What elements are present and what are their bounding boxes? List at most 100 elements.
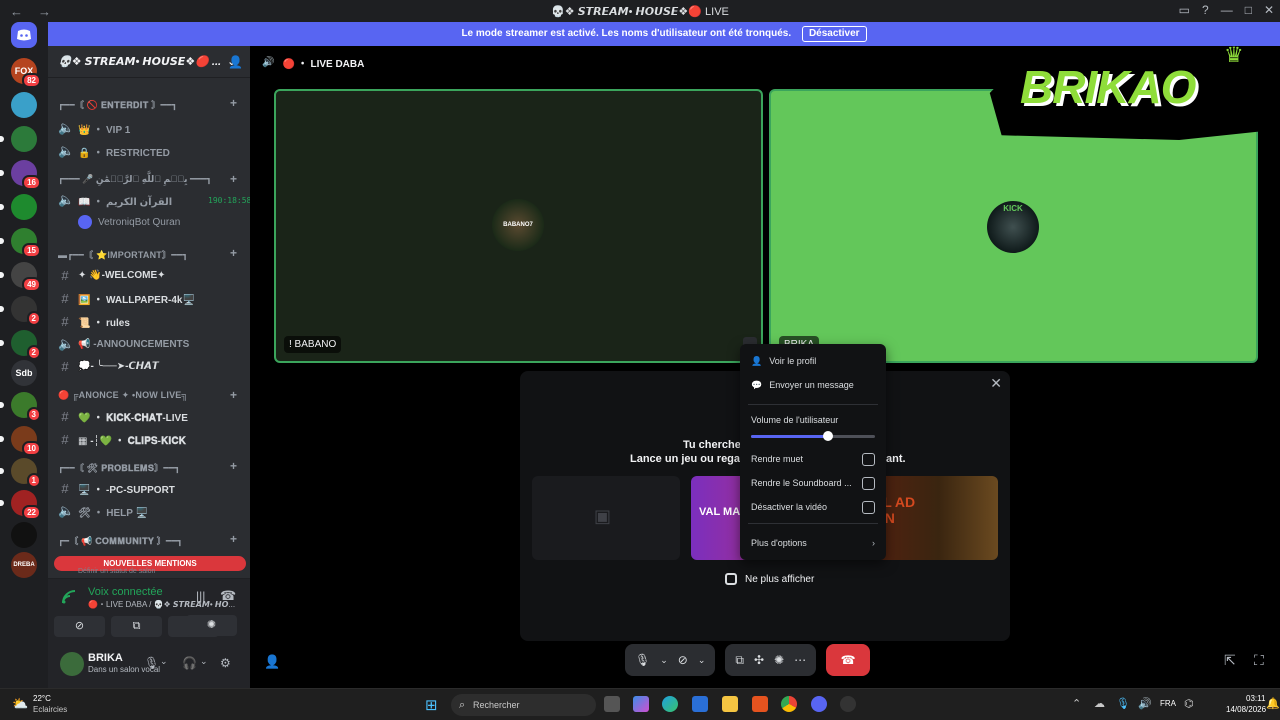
back-button[interactable]: ← <box>10 4 28 19</box>
soundboard-button[interactable]: ✺ <box>186 615 237 636</box>
chevron-down-icon[interactable]: ⌄ <box>698 655 706 666</box>
add-channel-icon[interactable]: + <box>230 172 237 186</box>
server-icon[interactable]: 2 <box>0 330 41 360</box>
chevron-up-icon[interactable]: ⌃ <box>1072 697 1081 710</box>
add-channel-icon[interactable]: + <box>230 246 237 260</box>
disconnect-button[interactable]: ☎ <box>826 644 871 676</box>
minimize-button[interactable]: — <box>1221 3 1233 17</box>
chevron-down-icon[interactable]: ⌄ <box>200 656 208 667</box>
noise-suppression-icon[interactable]: ||| <box>196 589 205 603</box>
app-taskbar-icon[interactable] <box>840 696 856 712</box>
channel-category[interactable]: ┏━━〘 🚫 𝐄𝐍𝐓𝐄𝐑𝐃𝐈𝐓 〙━━┓ + <box>58 96 237 111</box>
add-channel-icon[interactable]: + <box>230 388 237 402</box>
channel-category[interactable]: 🔴 ╔ANONCE ✦ •NOW LIVE╗ + <box>58 388 237 402</box>
add-channel-icon[interactable]: + <box>230 96 237 110</box>
channel-item[interactable]: # ▦ -┆💚 ・ 𝐂𝐋𝐈𝐏𝐒-𝐊𝐈𝐂𝐊 <box>58 429 186 449</box>
mute-soundboard-item[interactable]: Rendre le Soundboard ... <box>751 474 875 492</box>
chrome-icon[interactable] <box>781 696 797 712</box>
activity-icon[interactable]: ✣ <box>754 653 764 667</box>
more-options-item[interactable]: Plus d'options › <box>751 534 875 552</box>
send-message-item[interactable]: 💬 Envoyer un message <box>751 376 875 394</box>
discord-taskbar-icon[interactable] <box>811 696 827 712</box>
taskbar-search[interactable]: ⌕ Rechercher <box>451 694 596 716</box>
channel-category[interactable]: ▬┏━━〘 ⭐IMPORTANT〙━━┓ + <box>58 246 237 261</box>
channel-item[interactable]: # 💭- ╰──➤-𝘾𝙃𝘼𝙏 <box>58 356 158 376</box>
add-channel-icon[interactable]: + <box>230 459 237 473</box>
channel-category[interactable]: ┏━〘 📢 𝐂𝐎𝐌𝐌𝐔𝐍𝐈𝐓𝐘 〙━━┓ + <box>58 532 237 547</box>
edge-icon[interactable] <box>662 696 678 712</box>
server-icon[interactable] <box>11 92 37 118</box>
headphones-icon[interactable]: 🎧 <box>182 656 197 670</box>
video-checkbox[interactable] <box>862 500 875 514</box>
channel-item[interactable]: # ✦ 👋-WELCOME✦ <box>58 265 165 285</box>
server-icon[interactable]: 49 <box>0 262 41 292</box>
channel-item[interactable]: 🔈 🔒 ・ RESTRICTED <box>58 141 170 161</box>
inbox-icon[interactable]: ▭ <box>1179 3 1190 17</box>
network-icon[interactable]: ⌬ <box>1184 697 1194 710</box>
more-options-icon[interactable]: ⋯ <box>794 653 806 667</box>
clock-date[interactable]: 14/08/2026 <box>1226 705 1266 714</box>
channel-item[interactable]: # 🖥️ ・ -PC-SUPPORT <box>58 478 175 498</box>
server-icon[interactable]: 10 <box>0 426 41 456</box>
mic-tray-icon[interactable]: 🎙 <box>1116 697 1130 710</box>
voice-channel-label[interactable]: 🔴・LIVE DABA / 💀❖ 𝙎𝙏𝙍𝙀𝘼𝙈• 𝙃𝙊... <box>88 599 235 610</box>
screen-share-button[interactable]: ⧉ <box>111 616 162 637</box>
forward-button[interactable]: → <box>38 4 56 19</box>
signal-icon[interactable] <box>60 588 78 606</box>
volume-slider-track[interactable] <box>751 431 875 441</box>
server-icon[interactable]: 3 <box>0 392 41 422</box>
dont-show-again[interactable]: Ne plus afficher <box>725 573 814 585</box>
chevron-down-icon[interactable]: ⌄ <box>160 656 168 667</box>
maximize-button[interactable]: □ <box>1245 3 1252 17</box>
server-icon[interactable]: 1 <box>0 458 41 488</box>
invite-icon[interactable]: 👤 <box>264 654 280 670</box>
set-channel-status[interactable]: Définir un statut de salon <box>78 568 155 575</box>
notifications-icon[interactable]: 🔔 <box>1266 697 1280 710</box>
weather-icon[interactable]: ⛅ <box>12 696 28 712</box>
microphone-icon[interactable]: 🎙 <box>635 653 650 667</box>
channel-item[interactable]: 🔈 👑 ・ VIP 1 <box>58 118 130 138</box>
close-icon[interactable]: ✕ <box>990 375 1002 392</box>
mute-checkbox[interactable] <box>862 452 875 466</box>
task-view-icon[interactable] <box>604 696 620 712</box>
discord-home-icon[interactable] <box>11 22 37 48</box>
server-icon[interactable] <box>0 194 37 220</box>
channel-item[interactable]: # 💚 ・ 𝐊𝐈𝐂𝐊-𝐂𝐇𝐀𝐓-LIVE <box>58 406 188 426</box>
volume-tray-icon[interactable]: 🔊 <box>1138 697 1152 710</box>
server-header[interactable]: 💀❖ 𝙎𝙏𝙍𝙀𝘼𝙈• 𝙃𝙊𝙐𝙎𝙀❖🔴 ... ⌄ 👤 <box>48 46 250 78</box>
activity-card-empty[interactable]: ▣ <box>532 476 680 560</box>
copilot-icon[interactable] <box>633 696 649 712</box>
camera-off-button[interactable]: ⊘ <box>54 616 105 637</box>
view-profile-item[interactable]: 👤 Voir le profil <box>751 352 875 370</box>
channel-item[interactable]: # 🖼️ ・ WALLPAPER-4k🖥️ <box>58 288 195 308</box>
soundboard-icon[interactable]: ✺ <box>774 653 784 667</box>
server-icon[interactable]: Sdb <box>11 360 37 386</box>
avatar[interactable] <box>60 652 84 676</box>
volume-slider-handle[interactable] <box>822 431 833 441</box>
brave-icon[interactable] <box>752 696 768 712</box>
microphone-icon[interactable]: 🎙 <box>144 656 159 670</box>
server-icon[interactable]: 2 <box>0 296 41 326</box>
server-icon[interactable] <box>0 126 37 152</box>
chevron-down-icon[interactable]: ⌄ <box>660 655 668 666</box>
server-icon[interactable]: 22 <box>0 490 41 520</box>
username[interactable]: BRIKA <box>88 652 123 664</box>
server-icon[interactable]: FOX 82 <box>11 58 41 88</box>
channel-category[interactable]: ┏━━━ 🎤 بِسۡمِ ٱللَّهِ ٱلرَّحۡمَٰنِ ━━━┓ + <box>58 172 237 186</box>
channel-item[interactable]: 🔈 📖 ・ القرآن الكريم 190:18:58 <box>58 190 251 210</box>
server-icon[interactable] <box>11 522 37 548</box>
voice-member[interactable]: VetroniqBot Quran <box>78 212 180 232</box>
help-icon[interactable]: ? <box>1202 3 1209 17</box>
channel-item[interactable]: # 📜 ・ rules <box>58 311 130 331</box>
weather-temp[interactable]: 22°C <box>33 694 51 703</box>
dont-show-checkbox[interactable] <box>725 573 737 585</box>
disable-video-item[interactable]: Désactiver la vidéo <box>751 498 875 516</box>
clock-time[interactable]: 03:11 <box>1246 694 1265 703</box>
add-channel-icon[interactable]: + <box>230 532 237 546</box>
file-explorer-icon[interactable] <box>722 696 738 712</box>
cloud-icon[interactable]: ☁ <box>1094 697 1105 710</box>
windows-start-icon[interactable]: ⊞ <box>425 696 438 714</box>
popout-icon[interactable]: ⇱ <box>1224 652 1236 669</box>
disable-streamer-button[interactable]: Désactiver <box>801 26 867 42</box>
participant-tile-babano[interactable]: BABANO7 ! BABANO <box>274 89 763 363</box>
